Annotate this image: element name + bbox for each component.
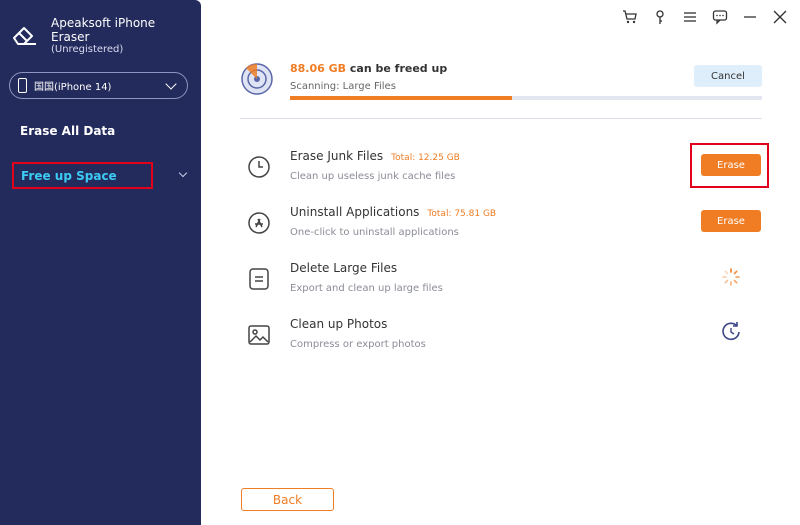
item-title-text: Uninstall Applications — [290, 205, 420, 219]
phone-icon — [18, 78, 27, 93]
list-item-erase-junk-files: Erase Junk Files Total: 12.25 GB Clean up… — [240, 149, 762, 195]
scan-radar-icon — [241, 63, 273, 95]
titlebar-icons — [622, 9, 788, 25]
item-title: Delete Large Files — [290, 261, 397, 275]
menu-icon[interactable] — [682, 9, 698, 25]
item-title: Erase Junk Files Total: 12.25 GB — [290, 149, 460, 163]
item-title: Clean up Photos — [290, 317, 387, 331]
scan-progress-bar — [290, 96, 762, 100]
divider — [240, 118, 762, 119]
list-item-uninstall-applications: Uninstall Applications Total: 75.81 GB On… — [240, 205, 762, 251]
freed-space-summary: 88.06 GB can be freed up — [290, 62, 447, 75]
cancel-button[interactable]: Cancel — [694, 65, 762, 87]
app-store-icon — [248, 212, 270, 234]
feedback-icon[interactable] — [712, 9, 728, 25]
minimize-icon[interactable] — [742, 9, 758, 25]
list-item-delete-large-files: Delete Large Files Export and clean up l… — [240, 261, 762, 307]
back-button[interactable]: Back — [241, 488, 334, 511]
loading-spinner-icon — [722, 268, 740, 286]
cart-icon[interactable] — [622, 9, 638, 25]
item-desc: One-click to uninstall applications — [290, 227, 459, 238]
item-total: Total: 75.81 GB — [427, 209, 497, 219]
eraser-logo-icon — [13, 27, 36, 45]
sidebar: Apeaksoft iPhone Eraser (Unregistered) 国… — [0, 0, 201, 525]
close-icon[interactable] — [772, 9, 788, 25]
device-select[interactable]: 国国(iPhone 14) — [9, 72, 188, 99]
key-icon[interactable] — [652, 9, 668, 25]
nav-erase-all-data[interactable]: Erase All Data — [20, 124, 115, 138]
device-name: 国国(iPhone 14) — [34, 82, 112, 93]
item-desc: Clean up useless junk cache files — [290, 171, 456, 182]
item-title-text: Erase Junk Files — [290, 149, 384, 163]
item-total: Total: 12.25 GB — [391, 153, 460, 163]
freed-suffix: can be freed up — [349, 62, 448, 75]
chevron-down-icon — [165, 77, 177, 90]
scan-progress-fill — [290, 96, 512, 100]
app-subtitle: (Unregistered) — [51, 44, 124, 55]
scan-status: Scanning: Large Files — [290, 81, 396, 92]
nav-free-up-space[interactable]: Free up Space — [12, 162, 153, 189]
item-title-text: Delete Large Files — [290, 261, 398, 275]
item-desc: Compress or export photos — [290, 339, 426, 350]
refresh-icon[interactable] — [720, 321, 742, 343]
item-desc: Export and clean up large files — [290, 283, 443, 294]
erase-applications-button[interactable]: Erase — [701, 210, 761, 232]
nav-free-up-space-label: Free up Space — [21, 168, 117, 183]
document-icon — [249, 268, 269, 290]
app-title: Apeaksoft iPhone Eraser — [51, 16, 156, 44]
item-title: Uninstall Applications Total: 75.81 GB — [290, 205, 496, 219]
chevron-down-icon[interactable] — [178, 168, 188, 178]
clock-icon — [248, 156, 270, 178]
photo-icon — [248, 325, 270, 345]
freed-amount: 88.06 GB — [290, 62, 347, 75]
list-item-clean-up-photos: Clean up Photos Compress or export photo… — [240, 317, 762, 363]
highlight-box — [690, 143, 769, 188]
app-window: Apeaksoft iPhone Eraser (Unregistered) 国… — [0, 0, 800, 525]
item-title-text: Clean up Photos — [290, 317, 388, 331]
